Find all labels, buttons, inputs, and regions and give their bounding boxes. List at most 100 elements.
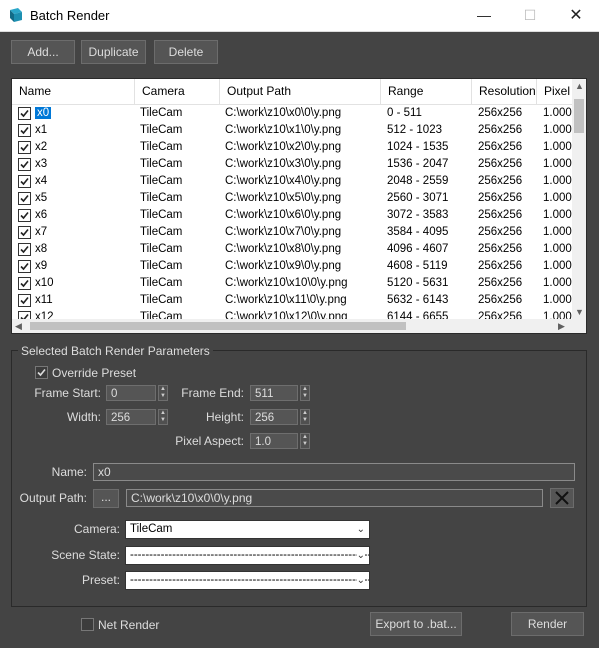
close-button[interactable]: ✕ bbox=[553, 0, 599, 31]
camera-dropdown[interactable]: TileCam ⌄ bbox=[125, 520, 370, 539]
row-path: C:\work\z10\x6\0\y.png bbox=[225, 209, 342, 221]
row-range: 1536 - 2047 bbox=[387, 158, 449, 170]
row-enabled-checkbox[interactable] bbox=[18, 124, 31, 137]
vertical-scrollbar[interactable]: ▲ ▼ bbox=[572, 79, 586, 319]
width-spinner[interactable]: ▲ ▼ bbox=[158, 409, 168, 425]
row-pixel: 1.000 bbox=[543, 107, 572, 119]
preset-dropdown[interactable]: ----------------------------------------… bbox=[125, 571, 370, 590]
clear-output-path-button[interactable] bbox=[550, 488, 574, 508]
delete-button[interactable]: Delete bbox=[154, 40, 218, 64]
override-preset-checkbox[interactable] bbox=[35, 366, 48, 379]
pixel-aspect-input[interactable]: 1.0 bbox=[250, 433, 298, 449]
minimize-button[interactable]: — bbox=[461, 0, 507, 31]
check-icon bbox=[20, 228, 29, 237]
row-name: x8 bbox=[35, 241, 135, 258]
row-range: 0 - 511 bbox=[387, 107, 422, 119]
frame-start-input[interactable]: 0 bbox=[106, 385, 156, 401]
horizontal-scroll-thumb[interactable] bbox=[30, 322, 406, 330]
table-row[interactable]: x0 TileCam C:\work\z10\x0\0\y.png 0 - 511 25… bbox=[12, 105, 572, 122]
table-row[interactable]: x10 TileCam C:\work\z10\x10\0\y.png 5120 - … bbox=[12, 275, 572, 292]
row-enabled-checkbox[interactable] bbox=[18, 141, 31, 154]
frame-start-spinner[interactable]: ▲ ▼ bbox=[158, 385, 168, 401]
frame-end-input[interactable]: 511 bbox=[250, 385, 298, 401]
table-row[interactable]: x2 TileCam C:\work\z10\x2\0\y.png 1024 - 15… bbox=[12, 139, 572, 156]
table-row[interactable]: x11 TileCam C:\work\z10\x11\0\y.png 5632 - … bbox=[12, 292, 572, 309]
chevron-down-icon: ⌄ bbox=[356, 572, 365, 589]
render-button[interactable]: Render bbox=[511, 612, 584, 636]
column-header-camera[interactable]: Camera bbox=[135, 79, 220, 104]
row-enabled-checkbox[interactable] bbox=[18, 175, 31, 188]
row-enabled-checkbox[interactable] bbox=[18, 192, 31, 205]
table-row[interactable]: x6 TileCam C:\work\z10\x6\0\y.png 3072 - 35… bbox=[12, 207, 572, 224]
row-enabled-checkbox[interactable] bbox=[18, 260, 31, 273]
row-range: 2560 - 3071 bbox=[387, 192, 449, 204]
maximize-button[interactable]: ☐ bbox=[507, 0, 553, 31]
scroll-down-icon[interactable]: ▼ bbox=[575, 307, 584, 317]
width-input[interactable]: 256 bbox=[106, 409, 156, 425]
row-pixel: 1.000 bbox=[543, 141, 572, 153]
table-row[interactable]: x4 TileCam C:\work\z10\x4\0\y.png 2048 - 25… bbox=[12, 173, 572, 190]
row-name-text: x8 bbox=[35, 243, 48, 255]
batch-render-list[interactable]: Name Camera Output Path Range Resolution… bbox=[11, 78, 587, 334]
row-resolution: 256x256 bbox=[478, 124, 523, 136]
preset-label: Preset: bbox=[81, 573, 120, 587]
column-header-pixel[interactable]: Pixel bbox=[537, 79, 577, 104]
row-name: x9 bbox=[35, 258, 135, 275]
column-header-output-path[interactable]: Output Path bbox=[220, 79, 381, 104]
table-row[interactable]: x7 TileCam C:\work\z10\x7\0\y.png 3584 - 40… bbox=[12, 224, 572, 241]
table-row[interactable]: x1 TileCam C:\work\z10\x1\0\y.png 512 - 102… bbox=[12, 122, 572, 139]
column-header-range[interactable]: Range bbox=[381, 79, 472, 104]
override-preset-label: Override Preset bbox=[52, 366, 137, 380]
name-field[interactable]: x0 bbox=[93, 463, 575, 481]
row-camera: TileCam bbox=[140, 124, 183, 136]
row-path: C:\work\z10\x5\0\y.png bbox=[225, 192, 342, 204]
row-camera: TileCam bbox=[140, 158, 183, 170]
row-enabled-checkbox[interactable] bbox=[18, 209, 31, 222]
horizontal-scrollbar[interactable]: ◀ ▶ bbox=[12, 319, 572, 333]
row-enabled-checkbox[interactable] bbox=[18, 294, 31, 307]
pixel-aspect-spinner[interactable]: ▲ ▼ bbox=[300, 433, 310, 449]
export-bat-button[interactable]: Export to .bat... bbox=[370, 612, 462, 636]
row-enabled-checkbox[interactable] bbox=[18, 107, 31, 120]
scroll-right-icon[interactable]: ▶ bbox=[558, 321, 565, 332]
scroll-left-icon[interactable]: ◀ bbox=[15, 321, 22, 332]
table-row[interactable]: x9 TileCam C:\work\z10\x9\0\y.png 4608 - 51… bbox=[12, 258, 572, 275]
row-camera: TileCam bbox=[140, 141, 183, 153]
net-render-label: Net Render bbox=[98, 618, 160, 632]
frame-start-label: Frame Start: bbox=[34, 386, 101, 400]
scrollbar-corner bbox=[572, 319, 586, 333]
browse-output-button[interactable]: ... bbox=[93, 489, 119, 508]
table-row[interactable]: x5 TileCam C:\work\z10\x5\0\y.png 2560 - 30… bbox=[12, 190, 572, 207]
row-path: C:\work\z10\x8\0\y.png bbox=[225, 243, 342, 255]
list-rows: x0 TileCam C:\work\z10\x0\0\y.png 0 - 511 25… bbox=[12, 105, 572, 326]
row-enabled-checkbox[interactable] bbox=[18, 243, 31, 256]
table-row[interactable]: x3 TileCam C:\work\z10\x3\0\y.png 1536 - 20… bbox=[12, 156, 572, 173]
frame-end-spinner[interactable]: ▲ ▼ bbox=[300, 385, 310, 401]
row-pixel: 1.000 bbox=[543, 209, 572, 221]
vertical-scroll-thumb[interactable] bbox=[574, 99, 584, 133]
row-camera: TileCam bbox=[140, 243, 183, 255]
height-input[interactable]: 256 bbox=[250, 409, 298, 425]
duplicate-button[interactable]: Duplicate bbox=[81, 40, 146, 64]
row-name: x1 bbox=[35, 122, 135, 139]
table-row[interactable]: x8 TileCam C:\work\z10\x8\0\y.png 4096 - 46… bbox=[12, 241, 572, 258]
column-header-name[interactable]: Name bbox=[12, 79, 135, 104]
row-resolution: 256x256 bbox=[478, 209, 523, 221]
row-enabled-checkbox[interactable] bbox=[18, 158, 31, 171]
row-enabled-checkbox[interactable] bbox=[18, 226, 31, 239]
add-button[interactable]: Add... bbox=[11, 40, 75, 64]
row-resolution: 256x256 bbox=[478, 107, 523, 119]
row-camera: TileCam bbox=[140, 175, 183, 187]
row-pixel: 1.000 bbox=[543, 158, 572, 170]
column-header-resolution[interactable]: Resolution bbox=[472, 79, 537, 104]
height-spinner[interactable]: ▲ ▼ bbox=[300, 409, 310, 425]
row-enabled-checkbox[interactable] bbox=[18, 277, 31, 290]
output-path-field[interactable]: C:\work\z10\x0\0\y.png bbox=[126, 489, 543, 507]
row-name-text: x4 bbox=[35, 175, 48, 187]
row-name: x4 bbox=[35, 173, 135, 190]
scene-state-dropdown[interactable]: ----------------------------------------… bbox=[125, 546, 370, 565]
scroll-up-icon[interactable]: ▲ bbox=[575, 81, 584, 91]
row-path: C:\work\z10\x0\0\y.png bbox=[225, 107, 342, 119]
net-render-checkbox[interactable] bbox=[81, 618, 94, 631]
row-path: C:\work\z10\x4\0\y.png bbox=[225, 175, 342, 187]
